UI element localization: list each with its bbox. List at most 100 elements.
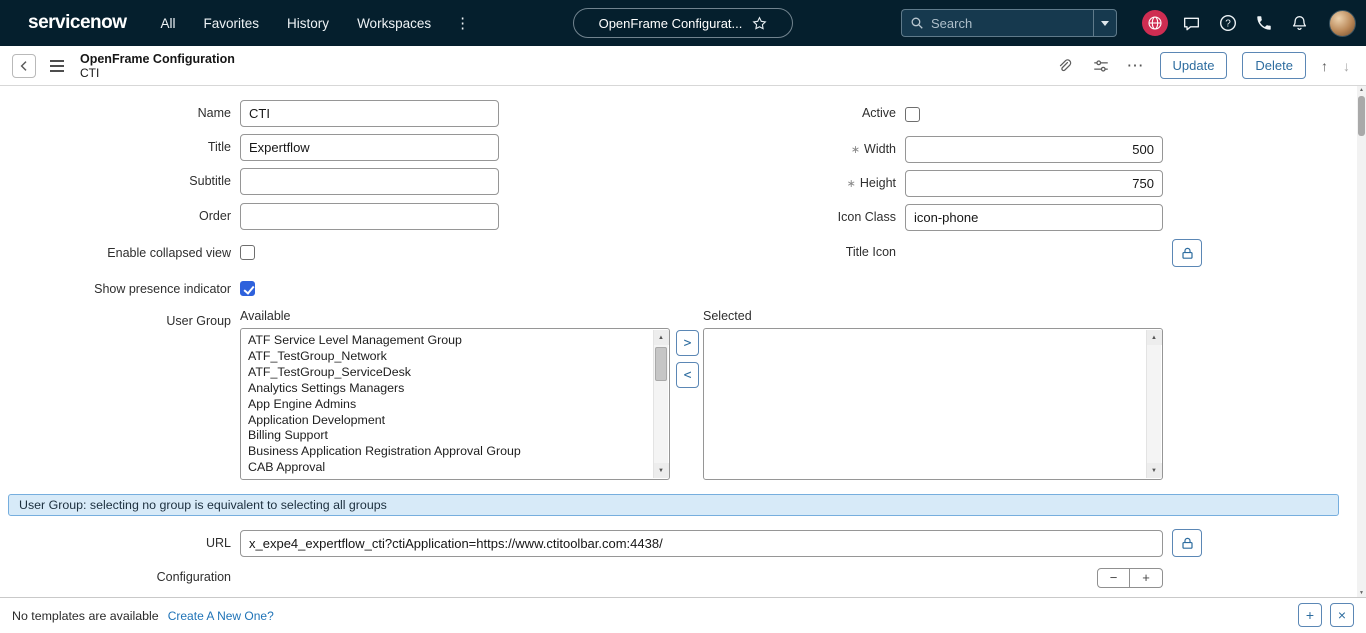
help-icon[interactable]: ? [1215,11,1240,36]
list-item[interactable]: Analytics Settings Managers [248,381,651,397]
globe-indicator-icon[interactable] [1142,10,1168,36]
active-checkbox[interactable] [905,107,920,122]
editor-grow-button[interactable]: + [1130,568,1163,588]
name-label: Name [0,100,231,127]
banner-text: User Group: selecting no group is equiva… [19,498,387,512]
personalize-sliders-icon[interactable] [1090,55,1112,77]
delete-button[interactable]: Delete [1242,52,1306,79]
close-footer-button[interactable]: × [1330,603,1354,627]
chevron-left-icon [20,60,28,72]
available-scrollbar: ▲ ▼ [653,330,668,478]
servicenow-logo[interactable]: servicenow [28,12,127,34]
list-item[interactable]: CAB Approval [248,460,651,476]
back-button[interactable] [12,54,36,78]
menu-favorites[interactable]: Favorites [190,16,274,31]
chevron-down-icon [1101,21,1109,26]
search-field[interactable] [901,9,1093,37]
menu-all[interactable]: All [147,16,190,31]
height-input[interactable] [905,170,1163,197]
selected-label: Selected [703,308,752,324]
header-actions: ⋯ Update Delete ↑ ↓ [1053,52,1351,79]
main-menu: All Favorites History Workspaces ⋮ [147,14,481,32]
scroll-up-icon[interactable]: ▲ [654,330,669,345]
phone-icon[interactable] [1251,11,1276,36]
scroll-up-icon[interactable]: ▲ [1357,87,1366,93]
selected-list [706,331,1144,477]
selected-listbox: ▲ ▼ [703,328,1163,480]
list-item[interactable]: ATF Service Level Management Group [248,333,651,349]
list-item[interactable]: Billing Support [248,428,651,444]
scroll-down-icon[interactable]: ▼ [1357,590,1366,596]
list-item[interactable]: Application Development [248,413,651,429]
list-item[interactable]: Capacity Mgmt [248,476,651,477]
templates-message: No templates are available [12,609,159,623]
available-list: ATF Service Level Management GroupATF_Te… [243,331,651,477]
chat-icon[interactable] [1179,11,1204,36]
list-item[interactable]: ATF_TestGroup_ServiceDesk [248,365,651,381]
url-input[interactable] [240,530,1163,557]
add-template-button[interactable]: + [1298,603,1322,627]
list-item[interactable]: App Engine Admins [248,397,651,413]
context-pill[interactable]: OpenFrame Configurat... [573,8,793,38]
icon-class-label: Icon Class [640,204,896,231]
name-input[interactable] [240,100,499,127]
list-item[interactable]: ATF_TestGroup_Network [248,349,651,365]
title-label: Title [0,134,231,161]
search-scope-dropdown[interactable] [1093,9,1117,37]
title-icon-lock-button[interactable] [1172,239,1202,267]
url-label: URL [0,530,231,557]
scroll-thumb[interactable] [655,347,667,381]
order-input[interactable] [240,203,499,230]
update-button[interactable]: Update [1160,52,1228,79]
more-options-icon[interactable]: ⋯ [1127,55,1145,77]
order-label: Order [0,203,231,230]
scroll-down-icon[interactable]: ▼ [654,463,669,478]
page-scrollbar: ▲ ▼ [1357,86,1366,597]
scroll-track [1147,345,1161,463]
selected-scrollbar: ▲ ▼ [1146,330,1161,478]
show-presence-indicator-checkbox[interactable] [240,281,255,296]
menu-workspaces[interactable]: Workspaces [343,16,445,31]
title-icon-label: Title Icon [640,239,896,266]
create-template-link[interactable]: Create A New One? [168,609,274,623]
page-title: OpenFrame Configuration [80,52,235,66]
overflow-menu-icon[interactable]: ⋮ [445,14,480,32]
available-label: Available [240,308,291,324]
enable-collapsed-view-checkbox[interactable] [240,245,255,260]
height-label: ∗Height [640,170,896,198]
scroll-thumb[interactable] [1358,96,1365,136]
attachment-paperclip-icon[interactable] [1053,55,1075,77]
form-context-menu-icon[interactable] [50,60,64,72]
move-right-button[interactable]: > [676,330,699,356]
notifications-bell-icon[interactable] [1287,11,1312,36]
icon-class-input[interactable] [905,204,1163,231]
enable-collapsed-view-label: Enable collapsed view [0,245,231,261]
list-item[interactable]: Business Application Registration Approv… [248,444,651,460]
title-input[interactable] [240,134,499,161]
configuration-label: Configuration [0,564,231,591]
scroll-down-icon[interactable]: ▼ [1147,463,1162,478]
scroll-track [654,345,668,463]
next-record-icon[interactable]: ↓ [1343,55,1350,77]
record-header: OpenFrame Configuration CTI ⋯ Update Del… [0,46,1366,86]
scroll-up-icon[interactable]: ▲ [1147,330,1162,345]
available-listbox: ATF Service Level Management GroupATF_Te… [240,328,670,480]
previous-record-icon[interactable]: ↑ [1321,55,1328,77]
editor-shrink-button[interactable]: − [1097,568,1130,588]
subtitle-input[interactable] [240,168,499,195]
required-icon: ∗ [851,144,860,156]
topnav-icons: ? [1142,0,1356,46]
subtitle-label: Subtitle [0,168,231,195]
required-icon: ∗ [847,178,856,190]
favorite-star-icon[interactable] [752,16,767,31]
menu-history[interactable]: History [273,16,343,31]
width-input[interactable] [905,136,1163,163]
search-input[interactable] [931,16,1085,31]
templates-footer: No templates are available Create A New … [0,597,1366,633]
move-left-button[interactable]: < [676,362,699,388]
servicenow-app: servicenow All Favorites History Workspa… [0,0,1366,633]
user-avatar[interactable] [1329,10,1356,37]
url-lock-button[interactable] [1172,529,1202,557]
search-icon [910,16,924,30]
user-group-label: User Group [0,308,231,335]
